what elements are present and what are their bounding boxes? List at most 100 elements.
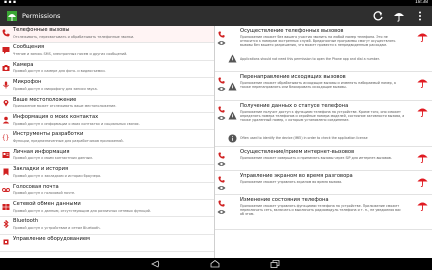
- detail-title: Перенаправление исходящих вызовов: [240, 74, 346, 80]
- recent-apps-icon[interactable]: [270, 260, 280, 268]
- hardware-icon: [3, 239, 9, 245]
- detail-item-in-call-screen[interactable]: Управление экраном во время разговора Пр…: [215, 171, 432, 195]
- home-icon[interactable]: [210, 260, 220, 268]
- eye-icon: [217, 116, 226, 120]
- permission-group-camera[interactable]: Камера Прямой доступ к камере для фото- …: [0, 61, 214, 79]
- microphone-icon: [3, 81, 9, 89]
- permission-group-bluetooth[interactable]: Bluetooth Прямой доступ к устройствам и …: [0, 217, 214, 235]
- bookmark-icon: [3, 168, 9, 176]
- personal-info-icon: [2, 151, 10, 158]
- navigation-bar: [0, 258, 432, 270]
- permission-title: Управление оборудованием: [13, 235, 90, 242]
- umbrella-icon[interactable]: [417, 152, 428, 163]
- refresh-icon[interactable]: [372, 10, 384, 22]
- detail-desc: Приложение сможет совершать и принимать …: [240, 156, 392, 160]
- detail-desc: Приложение сможет без вашего участия зво…: [240, 35, 396, 48]
- permission-details-pane[interactable]: Осуществление телефонных вызовов Приложе…: [215, 26, 432, 258]
- permission-desc: Функции, предназначенные для разработчик…: [13, 138, 124, 143]
- permission-desc: Приложение может отслеживать ваше местоп…: [13, 104, 117, 109]
- eye-icon: [217, 210, 226, 214]
- permission-group-developer-tools[interactable]: {} Инструменты разработки Функции, предн…: [0, 130, 214, 148]
- back-icon[interactable]: [150, 260, 160, 268]
- permission-desc: Прямой доступ к закладкам и истории брау…: [13, 173, 102, 178]
- permission-title: Телефонные вызовы: [13, 27, 70, 33]
- permission-title: Ваше местоположение: [13, 96, 77, 103]
- permission-group-phone-calls[interactable]: Телефонные вызовы Отслеживать, перехваты…: [0, 26, 214, 44]
- permission-group-contacts[interactable]: Информация о моих контактах Прямой досту…: [0, 113, 214, 131]
- permission-group-microphone[interactable]: Микрофон Прямой доступ к микрофону для з…: [0, 78, 214, 96]
- detail-item-sip-calls[interactable]: Осуществление/прием интернет-вызовов При…: [215, 147, 432, 171]
- camera-icon: [2, 64, 10, 71]
- permission-desc: Прямой доступ к камере для фото- и видео…: [13, 69, 106, 74]
- permission-desc: Чтение и запись SMS, электронных писем и…: [13, 51, 128, 56]
- umbrella-app-icon: [7, 11, 17, 21]
- warning-icon: [228, 82, 237, 91]
- detail-item-make-calls[interactable]: Осуществление телефонных вызовов Приложе…: [215, 26, 432, 72]
- permission-title: Камера: [13, 61, 34, 68]
- detail-item-modify-phone-state[interactable]: Изменение состояния телефона Приложение …: [215, 195, 432, 230]
- phone-icon: [218, 152, 225, 159]
- phone-icon: [2, 29, 10, 37]
- eye-icon: [217, 186, 226, 190]
- permission-desc: Прямой доступ к устройствам и сетям Blue…: [13, 225, 101, 230]
- umbrella-icon[interactable]: [417, 77, 428, 88]
- detail-item-redirect-calls[interactable]: Перенаправление исходящих вызовов Прилож…: [215, 72, 432, 101]
- bluetooth-icon: [3, 220, 9, 229]
- phone-icon: [218, 77, 225, 84]
- action-bar: Permissions: [0, 6, 432, 26]
- detail-title: Осуществление/прием интернет-вызовов: [240, 149, 355, 155]
- permission-desc: Прямой доступ к голосовой почте.: [13, 191, 76, 196]
- permission-title: Bluetooth: [13, 218, 39, 225]
- umbrella-icon[interactable]: [417, 31, 428, 42]
- phone-icon: [218, 31, 225, 38]
- detail-item-read-phone-state[interactable]: Получение данных о статусе телефона Прил…: [215, 101, 432, 147]
- permission-group-voicemail[interactable]: Голосовая почта Прямой доступ к голосово…: [0, 183, 214, 200]
- developer-tools-icon: {}: [2, 135, 9, 142]
- permission-title: Сетевой обмен данными: [13, 200, 81, 207]
- detail-title: Осуществление телефонных вызовов: [240, 28, 344, 34]
- detail-note: Often used to identify the device (IMEI)…: [240, 136, 368, 140]
- permission-desc: Прямой доступ к моим контактным данным.: [13, 156, 93, 161]
- umbrella-icon[interactable]: [417, 176, 428, 187]
- permission-groups-list[interactable]: Телефонные вызовы Отслеживать, перехваты…: [0, 26, 214, 258]
- detail-desc: Приложение сможет управлять экраном во в…: [240, 180, 343, 184]
- svg-text:{}: {}: [2, 135, 9, 142]
- detail-desc: Приложение получит доступ к функциям тел…: [240, 110, 405, 123]
- detail-title: Получение данных о статусе телефона: [240, 103, 349, 109]
- permission-group-location[interactable]: Ваше местоположение Приложение может отс…: [0, 96, 214, 113]
- detail-title: Изменение состояния телефона: [240, 197, 329, 203]
- warning-icon: [228, 54, 237, 63]
- permission-group-personal-info[interactable]: Личная информация Прямой доступ к моим к…: [0, 148, 214, 166]
- voicemail-icon: [2, 187, 10, 192]
- overflow-menu-icon[interactable]: [414, 10, 426, 22]
- umbrella-icon[interactable]: [393, 10, 405, 22]
- permission-title: Голосовая почта: [13, 183, 59, 190]
- warning-icon: [228, 111, 237, 120]
- phone-icon: [218, 106, 225, 113]
- permission-desc: Прямой доступ к данным, отсутствующим дл…: [13, 208, 151, 213]
- permission-group-bookmarks[interactable]: Закладки и история Прямой доступ к закла…: [0, 165, 214, 183]
- info-icon: [228, 134, 237, 143]
- permission-desc: Прямой доступ к микрофону для записи зву…: [13, 86, 98, 91]
- eye-icon: [217, 162, 226, 166]
- permission-group-network[interactable]: Сетевой обмен данными Прямой доступ к да…: [0, 200, 214, 218]
- location-icon: [3, 99, 9, 107]
- permission-title: Личная информация: [13, 148, 70, 155]
- umbrella-icon[interactable]: [417, 106, 428, 117]
- detail-warning: Applications should not need this permis…: [240, 57, 380, 61]
- message-icon: [2, 47, 10, 55]
- detail-desc: Приложение сможет управлять функциями те…: [240, 204, 401, 217]
- eye-icon: [217, 41, 226, 45]
- network-icon: [2, 203, 10, 210]
- permission-title: Информация о моих контактах: [13, 113, 99, 120]
- detail-title: Управление экраном во время разговора: [240, 173, 353, 179]
- phone-icon: [218, 200, 225, 207]
- permission-title: Закладки и история: [13, 166, 69, 173]
- detail-desc: Приложение сможет обрабатывать исходящие…: [240, 81, 396, 90]
- eye-icon: [217, 87, 226, 91]
- permission-title: Инструменты разработки: [13, 131, 84, 138]
- umbrella-icon[interactable]: [417, 200, 428, 211]
- permission-group-hardware[interactable]: Управление оборудованием: [0, 235, 214, 253]
- permission-title: Сообщения: [13, 44, 45, 51]
- permission-group-messages[interactable]: Сообщения Чтение и запись SMS, электронн…: [0, 43, 214, 61]
